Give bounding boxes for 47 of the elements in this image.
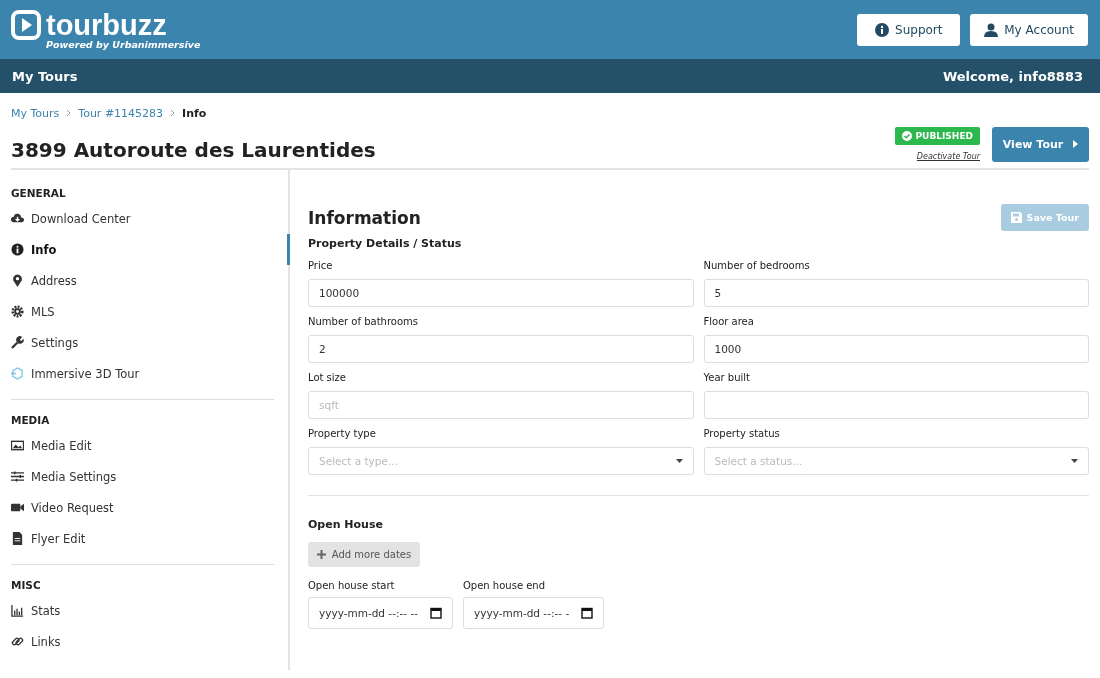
sidebar-item[interactable]: Flyer Edit [11, 523, 274, 554]
field-label: Number of bathrooms [308, 316, 419, 327]
support-button[interactable]: Support [857, 13, 961, 46]
sidebar-item[interactable]: MLS [11, 296, 274, 327]
sidebar-item[interactable]: Download Center [11, 203, 274, 234]
sidebar-heading: GENERAL [11, 187, 67, 199]
account-button[interactable]: My Account [970, 13, 1088, 46]
field-label: Property status [703, 428, 781, 439]
sidebar-heading: MISC [11, 579, 42, 591]
sidebar-item[interactable]: Stats [11, 595, 274, 626]
sidebar-item[interactable]: Settings [11, 327, 274, 358]
breadcrumb-link[interactable]: My Tours [11, 106, 60, 120]
sidebar-item[interactable]: Links [11, 626, 274, 657]
field-label: Lot size [308, 372, 347, 383]
welcome-text: Welcome, info8883 [942, 68, 1083, 84]
logo-tagline: Powered by Urbanimmersive [46, 38, 201, 50]
sidebar-item[interactable]: Immersive 3D Tour [11, 358, 274, 389]
subsection-title: Property Details / Status [308, 237, 463, 250]
input-field[interactable]: sqft [308, 391, 694, 419]
input-field[interactable]: 100000 [308, 279, 694, 307]
status-badge: PUBLISHED [894, 127, 980, 145]
deactivate-link[interactable]: Deactivate Tour [916, 152, 980, 161]
field-label: Number of bedrooms [703, 260, 811, 271]
field-label: Property type [308, 428, 377, 439]
input-field[interactable]: 5 [703, 279, 1089, 307]
field-label: Floor area [703, 316, 755, 327]
sidebar-item[interactable]: Media Settings [11, 461, 274, 492]
input-field[interactable]: 2 [308, 335, 694, 363]
view-tour-button[interactable]: View Tour [992, 126, 1089, 162]
breadcrumb-link[interactable]: Tour #1145283 [78, 106, 164, 120]
datetime-field[interactable]: yyyy-mm-dd --:-- -- [308, 597, 453, 629]
field-label: Year built [703, 372, 751, 383]
page-title: 3899 Autoroute des Laurentides [11, 137, 376, 162]
field-label: Open house start [308, 580, 396, 591]
sidebar-item[interactable]: Video Request [11, 492, 274, 523]
field-label: Open house end [463, 580, 547, 591]
sidebar-item[interactable]: Media Edit [11, 430, 274, 461]
section-title: Information [308, 207, 421, 228]
datetime-field[interactable]: yyyy-mm-dd --:-- - [463, 597, 605, 629]
input-field[interactable]: 1000 [703, 335, 1089, 363]
logo-text: tourbuzz [46, 9, 167, 40]
subsection-title: Open House [308, 518, 384, 531]
field-label: Price [308, 260, 334, 271]
sidebar-heading: MEDIA [11, 414, 51, 426]
add-dates-button[interactable]: Add more dates [308, 542, 420, 567]
nav-title[interactable]: My Tours [12, 68, 78, 84]
sidebar-item[interactable]: Address [11, 265, 274, 296]
